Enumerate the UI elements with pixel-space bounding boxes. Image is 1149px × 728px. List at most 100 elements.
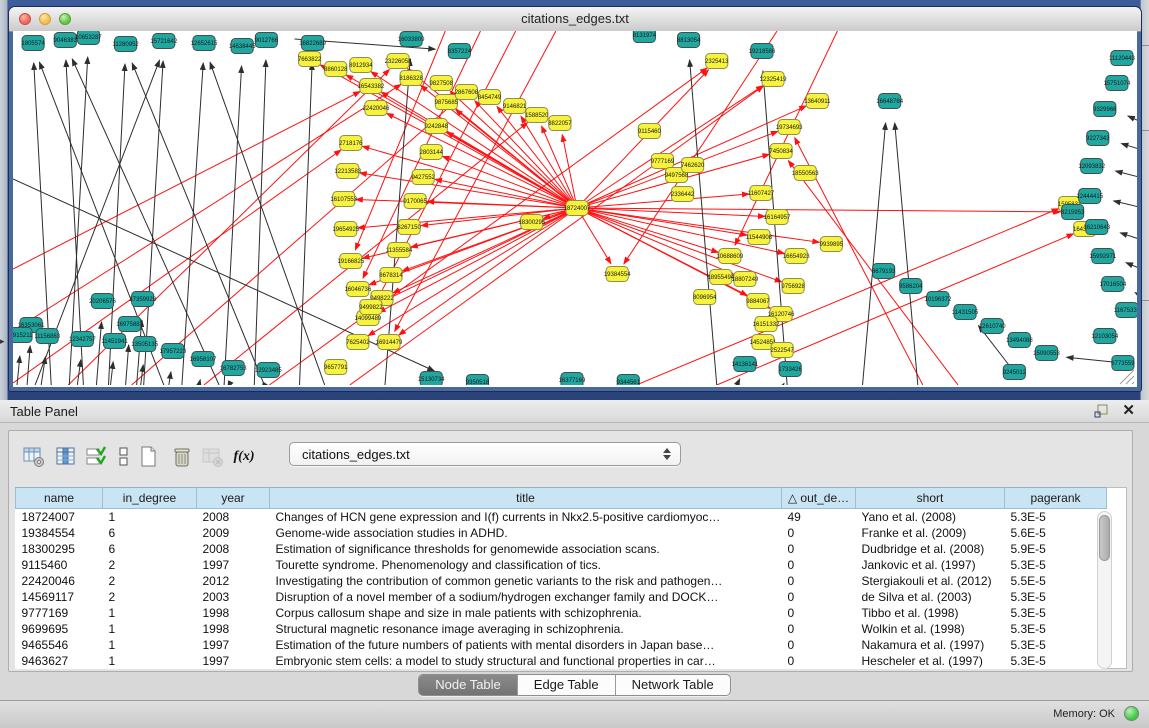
table-cell[interactable]: Structural magnetic resonance image aver… [270,621,782,637]
table-cell[interactable]: Tibbo et al. (1998) [856,605,1005,621]
graph-node[interactable]: 9344561 [617,375,641,386]
graph-node[interactable]: 16958107 [190,352,217,367]
graph-node[interactable]: 12610740 [979,319,1006,334]
table-cell[interactable]: 2008 [197,541,270,557]
table-row[interactable]: 1830029562008Estimation of significance … [16,541,1107,557]
table-cell[interactable]: 49 [782,509,856,526]
graph-node[interactable]: 16914479 [376,335,403,350]
table-cell[interactable]: Estimation of significance thresholds fo… [270,541,782,557]
table-cell[interactable]: Stergiakouli et al. (2012) [856,573,1005,589]
table-cell[interactable]: 19384554 [16,525,103,541]
table-cell[interactable]: 0 [782,541,856,557]
graph-node[interactable]: 8860128 [324,62,348,77]
graph-node[interactable]: 16033809 [398,32,425,47]
table-cell[interactable]: 22420046 [16,573,103,589]
graph-node[interactable]: 18807249 [732,272,759,287]
table-cell[interactable]: 6 [103,525,197,541]
graph-node[interactable]: 11451941 [101,334,128,349]
graph-node[interactable]: 12325419 [760,72,787,87]
resize-grip-icon[interactable] [1117,367,1135,385]
graph-node[interactable]: 22420046 [363,101,390,116]
graph-node[interactable]: 17016504 [1099,277,1126,292]
graph-node[interactable]: 7663822 [298,52,322,67]
graph-node[interactable]: 15751074 [1103,76,1130,91]
show-columns-icon[interactable] [53,443,79,471]
table-cell[interactable]: 1 [103,621,197,637]
graph-node[interactable]: 1805574 [21,36,45,51]
graph-node[interactable]: 12213583 [334,164,361,179]
graph-node[interactable]: 12342757 [69,332,96,347]
graph-node[interactable]: 12652615 [191,36,218,51]
graph-node[interactable]: 16654923 [783,249,810,264]
graph-node[interactable]: 11355584 [386,243,413,258]
graph-node[interactable]: 8678314 [379,268,403,283]
graph-node[interactable]: 7625402 [346,335,370,350]
graph-node[interactable]: 9657791 [324,360,348,375]
table-row[interactable]: 946362711997Embryonic stem cells: a mode… [16,653,1107,669]
graph-node[interactable]: 11675333 [1114,303,1137,318]
graph-node[interactable]: 16543382 [358,79,385,94]
graph-node[interactable]: 8131974 [633,31,657,43]
graph-node[interactable]: 11156863 [34,329,61,344]
graph-node[interactable]: 2803144 [420,145,444,160]
graph-node[interactable]: 16151332 [753,317,780,332]
table-cell[interactable]: 2012 [197,573,270,589]
graph-node[interactable]: 19166825 [337,254,364,269]
table-cell[interactable]: 0 [782,621,856,637]
table-cell[interactable]: 5.3E-5 [1005,509,1107,526]
graph-node[interactable]: 8822057 [548,116,572,131]
graph-node[interactable]: 16648784 [876,94,903,109]
table-cell[interactable]: 9465546 [16,637,103,653]
graph-node[interactable]: 7462620 [681,158,705,173]
table-cell[interactable]: 1998 [197,605,270,621]
graph-node[interactable]: 8912934 [349,58,373,73]
table-cell[interactable]: 1 [103,637,197,653]
graph-node[interactable]: 13505135 [131,337,158,352]
graph-node[interactable]: 9777169 [651,154,675,169]
graph-node[interactable]: 13494088 [1006,333,1033,348]
column-header-short[interactable]: short [856,488,1005,509]
graph-node[interactable]: 18955494 [707,270,734,285]
table-cell[interactable]: 2 [103,589,197,605]
table-cell[interactable]: 0 [782,589,856,605]
column-header-year[interactable]: year [197,488,270,509]
graph-node[interactable]: 7450834 [769,144,793,159]
graph-node[interactable]: 17957223 [159,344,186,359]
close-icon[interactable]: ✕ [1122,403,1135,418]
graph-node[interactable]: 15090553 [1033,346,1060,361]
table-cell[interactable]: 14569117 [16,589,103,605]
graph-node[interactable]: 10196372 [925,292,952,307]
table-cell[interactable]: 0 [782,637,856,653]
graph-node[interactable]: 8357224 [448,44,472,59]
table-cell[interactable]: 2 [103,573,197,589]
table-cell[interactable]: 2003 [197,589,270,605]
graph-node[interactable]: 9756928 [781,279,805,294]
table-cell[interactable]: 0 [782,653,856,669]
table-cell[interactable]: 0 [782,573,856,589]
row-height-icon[interactable] [111,443,137,471]
table-cell[interactable]: 5.3E-5 [1005,653,1107,669]
graph-node[interactable]: 2336442 [671,187,695,202]
tab-edge-table[interactable]: Edge Table [518,675,616,695]
graph-node[interactable]: 9115460 [638,124,662,139]
graph-node[interactable]: 19734693 [776,120,803,135]
graph-node[interactable]: 16975887 [116,317,143,332]
graph-node[interactable]: 1733426 [778,362,802,377]
graph-node[interactable]: 16107553 [330,192,357,207]
delete-column-icon[interactable] [169,443,195,471]
table-cell[interactable]: 0 [782,557,856,573]
table-cell[interactable]: 5.6E-5 [1005,525,1107,541]
column-header-in_degree[interactable]: in_degree [103,488,197,509]
column-header-name[interactable]: name [16,488,103,509]
expand-panel-icon[interactable]: ▸ [0,336,5,347]
graph-node[interactable]: 8679193 [872,264,896,279]
table-cell[interactable]: 1997 [197,557,270,573]
graph-node[interactable]: 9146821 [503,99,527,114]
graph-node[interactable]: 8215953 [1061,205,1085,220]
graph-node[interactable]: 1588520 [525,108,549,123]
graph-node[interactable]: 8267150 [397,220,421,235]
table-row[interactable]: 1872400712008Changes of HCN gene express… [16,509,1107,526]
graph-node[interactable]: 9170065 [403,194,427,209]
graph-node[interactable]: 10653287 [75,31,102,45]
table-cell[interactable]: de Silva et al. (2003) [856,589,1005,605]
